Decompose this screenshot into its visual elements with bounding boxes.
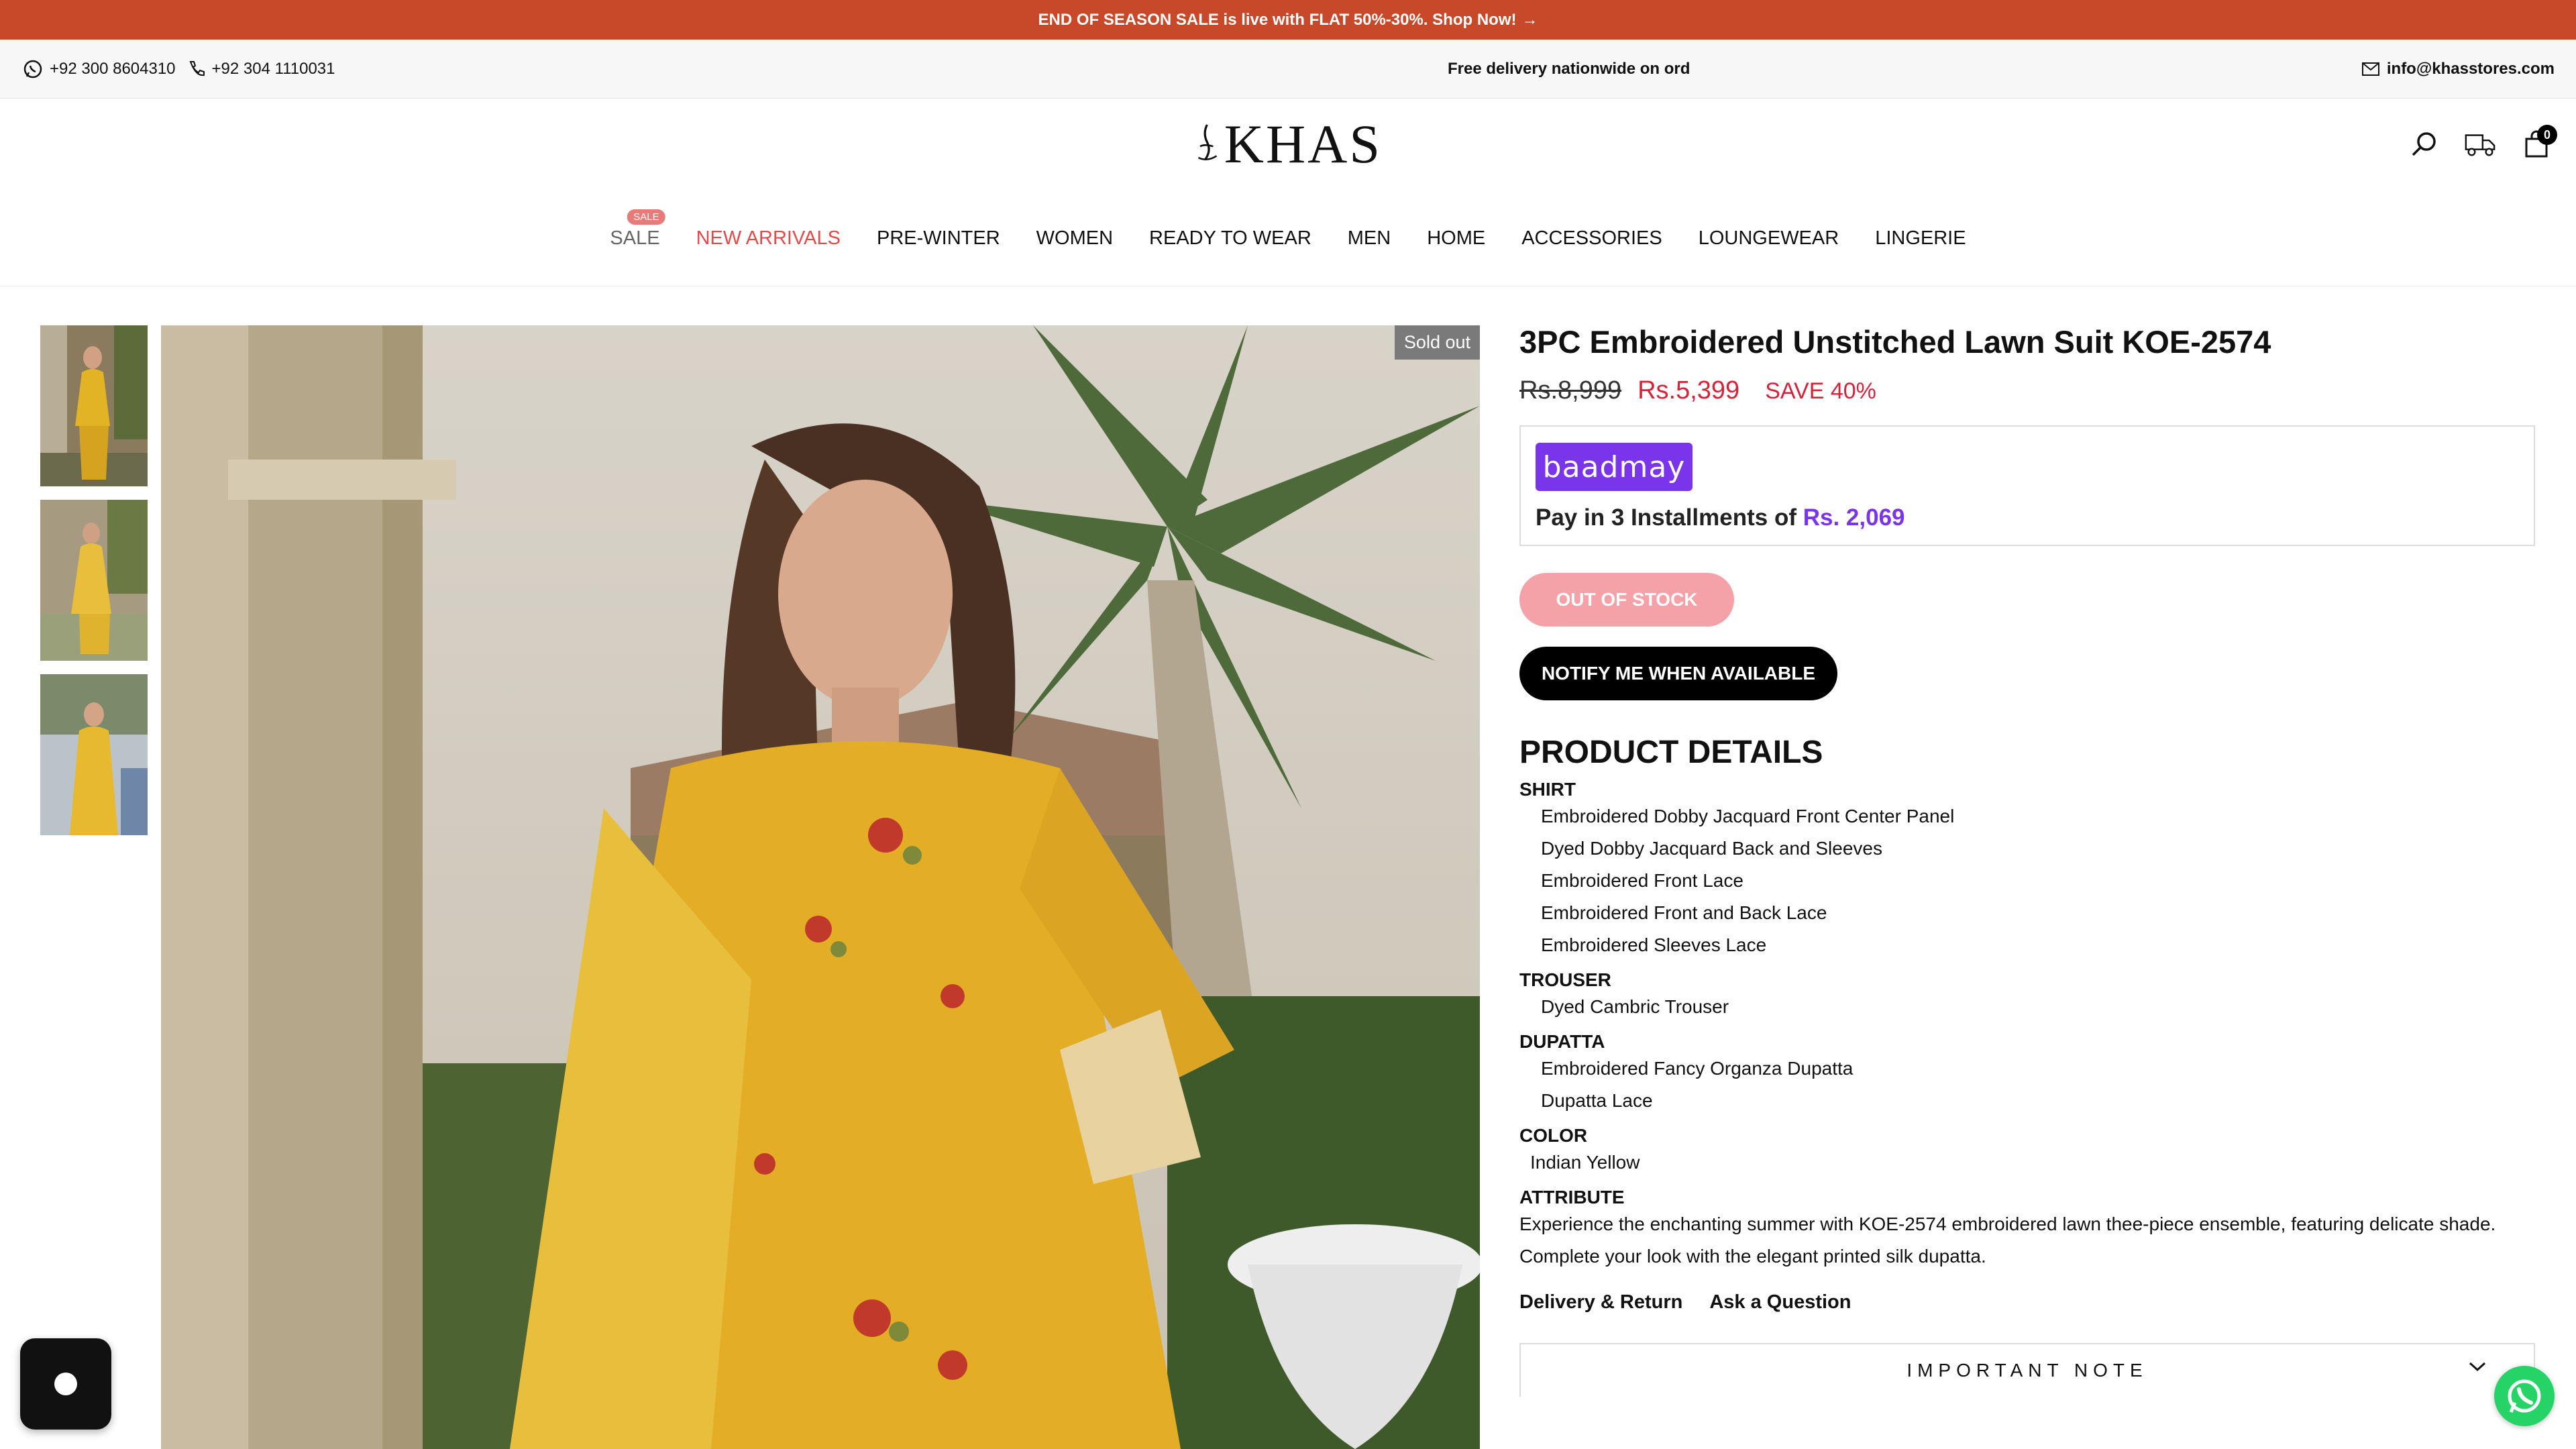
original-price: Rs.8,999 — [1519, 376, 1622, 405]
color-value: Indian Yellow — [1530, 1152, 1640, 1173]
phone-number-1[interactable]: +92 300 8604310 — [50, 60, 176, 78]
whatsapp-chat-button[interactable] — [2494, 1366, 2555, 1426]
nav-item-women[interactable]: WOMEN — [1018, 221, 1131, 255]
dupatta-list: Embroidered Fancy Organza Dupatta Dupatt… — [1519, 1053, 2539, 1117]
price-row: Rs.8,999 Rs.5,399 SAVE 40% — [1519, 376, 2539, 405]
product-info: 3PC Embroidered Unstitched Lawn Suit KOE… — [1519, 325, 2539, 1397]
attribute-description: Experience the enchanting summer with KO… — [1519, 1208, 2539, 1273]
attribute-line-1: Experience the enchanting summer with KO… — [1519, 1214, 2496, 1234]
nav-item-accessories[interactable]: ACCESSORIES — [1503, 221, 1680, 255]
dupatta-title: DUPATTA — [1519, 1031, 1605, 1052]
shirt-title: SHIRT — [1519, 779, 1576, 800]
list-item: Embroidered Sleeves Lace — [1541, 934, 1767, 955]
info-tabs: Delivery & Return Ask a Question — [1519, 1291, 2539, 1313]
chat-launcher-button[interactable] — [20, 1338, 111, 1430]
installment-text: Pay in 3 Installments of Rs. 2,069 — [1536, 504, 1905, 531]
announcement-bar[interactable]: END OF SEASON SALE is live with FLAT 50%… — [0, 0, 2576, 40]
sale-badge: SALE — [627, 209, 665, 225]
tab-delivery-return[interactable]: Delivery & Return — [1519, 1291, 1682, 1313]
list-item: Embroidered Front and Back Lace — [1541, 902, 1827, 923]
email-link[interactable]: info@khasstores.com — [2387, 60, 2555, 78]
nav-item-loungewear[interactable]: LOUNGEWEAR — [1680, 221, 1857, 255]
cart-button[interactable]: 0 — [2520, 125, 2557, 161]
phone-icon — [186, 60, 205, 78]
save-badge: SAVE 40% — [1765, 378, 1876, 404]
main-nav: SALE SALE NEW ARRIVALS PRE-WINTER WOMEN … — [0, 209, 2576, 255]
nav-item-ready-to-wear[interactable]: READY TO WEAR — [1131, 221, 1330, 255]
tab-ask-question[interactable]: Ask a Question — [1709, 1291, 1851, 1313]
list-item: Embroidered Fancy Organza Dupatta — [1541, 1058, 1854, 1079]
product-title: 3PC Embroidered Unstitched Lawn Suit KOE… — [1519, 324, 2271, 360]
delivery-truck-icon — [2465, 134, 2496, 156]
list-item: Dyed Cambric Trouser — [1541, 996, 1729, 1017]
whatsapp-icon — [23, 59, 43, 79]
chat-dot-icon — [54, 1373, 77, 1395]
gallery-thumbnail-1[interactable] — [40, 325, 148, 486]
nav-item-label: SALE — [610, 227, 660, 249]
contact-bar: +92 300 8604310 +92 304 1110031 Free del… — [0, 40, 2576, 99]
important-note-accordion[interactable]: IMPORTANT NOTE — [1519, 1343, 2535, 1397]
attribute-line-2: Complete your look with the elegant prin… — [1519, 1246, 1986, 1267]
search-button[interactable] — [2407, 127, 2440, 161]
main-product-image[interactable]: Sold out — [161, 325, 1480, 1449]
nav-item-new-arrivals[interactable]: NEW ARRIVALS — [678, 221, 859, 255]
list-item: Dyed Dobby Jacquard Back and Sleeves — [1541, 838, 1882, 859]
baadmay-logo: baadmay — [1536, 443, 1693, 491]
sale-price: Rs.5,399 — [1638, 376, 1740, 405]
important-note-label: IMPORTANT NOTE — [1907, 1360, 2148, 1381]
cart-count-badge: 0 — [2537, 125, 2557, 145]
product-details-heading: PRODUCT DETAILS — [1519, 735, 1823, 770]
sold-out-badge: Sold out — [1394, 325, 1480, 360]
mail-icon — [2361, 62, 2380, 76]
notify-me-button[interactable]: NOTIFY ME WHEN AVAILABLE — [1519, 647, 1837, 700]
gallery-thumbnail-2[interactable] — [40, 500, 148, 661]
site-logo[interactable]: KHAS — [1194, 107, 1382, 181]
nav-item-lingerie[interactable]: LINGERIE — [1857, 221, 1984, 255]
phone-number-2[interactable]: +92 304 1110031 — [212, 60, 335, 78]
chevron-down-icon — [2469, 1362, 2486, 1372]
out-of-stock-button[interactable]: OUT OF STOCK — [1519, 573, 1734, 627]
arrow-right-icon: → — [1521, 10, 1538, 29]
announcement-text[interactable]: END OF SEASON SALE is live with FLAT 50%… — [1038, 11, 1517, 30]
list-item: Dupatta Lace — [1541, 1090, 1653, 1111]
delivery-marquee: Free delivery nationwide on ord — [1448, 60, 1690, 78]
product-thumbnail-image — [40, 325, 148, 486]
trouser-list: Dyed Cambric Trouser — [1519, 991, 2539, 1023]
nav-item-sale[interactable]: SALE SALE — [592, 209, 678, 255]
gallery-thumbnail-3[interactable] — [40, 674, 148, 835]
search-icon — [2412, 132, 2436, 156]
nav-item-pre-winter[interactable]: PRE-WINTER — [859, 221, 1018, 255]
trouser-title: TROUSER — [1519, 969, 1611, 990]
nav-item-home[interactable]: HOME — [1409, 221, 1503, 255]
product-thumbnail-image — [40, 500, 148, 661]
whatsapp-icon — [2508, 1379, 2541, 1413]
product-photo — [161, 325, 1480, 1449]
logo-wordmark: KHAS — [1224, 113, 1382, 174]
installment-amount: Rs. 2,069 — [1803, 504, 1905, 531]
list-item: Embroidered Dobby Jacquard Front Center … — [1541, 806, 1955, 826]
baadmay-installment-box[interactable]: baadmay Pay in 3 Installments of Rs. 2,0… — [1519, 425, 2535, 546]
attribute-title: ATTRIBUTE — [1519, 1187, 1625, 1208]
product-thumbnail-image — [40, 674, 148, 835]
shirt-list: Embroidered Dobby Jacquard Front Center … — [1519, 800, 2539, 961]
installment-label: Pay in 3 Installments of — [1536, 504, 1803, 531]
list-item: Embroidered Front Lace — [1541, 870, 1743, 891]
color-title: COLOR — [1519, 1125, 1588, 1146]
delivery-tracking-button[interactable] — [2463, 127, 2497, 161]
logo-mark-icon — [1197, 124, 1218, 160]
nav-item-men[interactable]: MEN — [1330, 221, 1409, 255]
